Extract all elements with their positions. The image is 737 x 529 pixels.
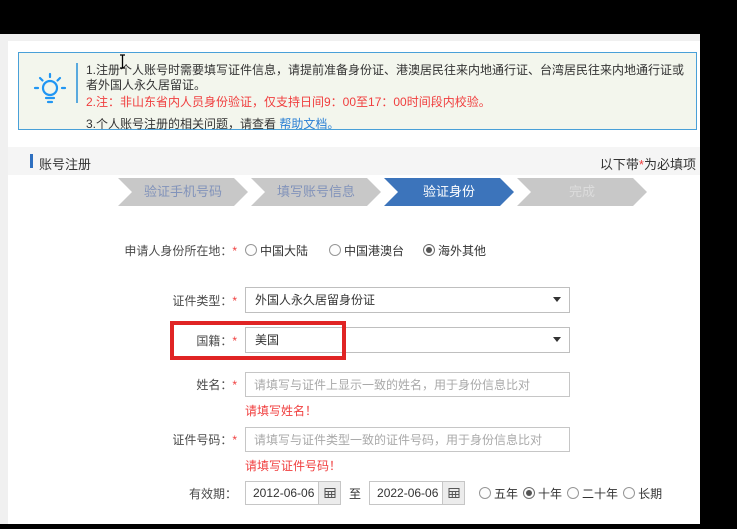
radio-five-years[interactable]: 五年 xyxy=(479,485,518,502)
cert-type-select[interactable]: 外国人永久居留身份证 xyxy=(245,287,570,313)
radio-icon[interactable] xyxy=(329,244,341,256)
radio-icon[interactable] xyxy=(245,244,257,256)
radio-twenty-years[interactable]: 二十年 xyxy=(567,485,618,502)
validity-start-input[interactable] xyxy=(246,482,318,504)
nationality-select[interactable]: 美国 xyxy=(245,327,570,353)
help-doc-link[interactable]: 帮助文档。 xyxy=(279,117,339,131)
validity-end-input[interactable] xyxy=(370,482,442,504)
step-indicator: 验证手机号码 填写账号信息 验证身份 完成 xyxy=(118,178,650,206)
calendar-button-end[interactable] xyxy=(442,482,464,504)
validity-label: 有效期： xyxy=(8,485,237,502)
required-fields-hint: 以下带*为必填项 xyxy=(600,154,696,173)
notice-line-2: 2.注：非山东省内人员身份验证，仅支持日间9：00至17：00时间段内校验。 xyxy=(86,95,688,110)
nationality-label: 国籍：* xyxy=(8,332,237,349)
step-account-info: 填写账号信息 xyxy=(251,178,381,206)
calendar-button-start[interactable] xyxy=(318,482,340,504)
cert-type-label: 证件类型：* xyxy=(8,292,237,309)
calendar-icon xyxy=(324,487,336,499)
required-star: * xyxy=(232,294,237,308)
required-star: * xyxy=(232,433,237,447)
name-input[interactable] xyxy=(245,372,570,397)
cert-number-row: 证件号码：* xyxy=(8,427,700,452)
radio-icon-checked[interactable] xyxy=(423,244,435,256)
chevron-down-icon xyxy=(553,337,561,342)
radio-long-term[interactable]: 长期 xyxy=(623,485,662,502)
content-panel: 1.注册个人账号时需要填写证件信息，请提前准备身份证、港澳居民往来内地通行证、台… xyxy=(8,41,700,524)
radio-ten-years[interactable]: 十年 xyxy=(523,485,562,502)
radio-icon[interactable] xyxy=(623,487,635,499)
cert-type-row: 证件类型：* 外国人永久居留身份证 xyxy=(8,287,700,313)
chevron-down-icon xyxy=(553,297,561,302)
validity-row: 有效期： 至 xyxy=(8,481,700,505)
location-label: 申请人身份所在地：* xyxy=(8,242,237,259)
radio-icon[interactable] xyxy=(479,487,491,499)
required-star: * xyxy=(232,378,237,392)
nationality-row: 国籍：* 美国 xyxy=(8,327,700,353)
validity-end-datebox xyxy=(369,481,465,505)
notice-line-3: 3.个人账号注册的相关问题，请查看 帮助文档。 xyxy=(86,117,688,132)
name-row: 姓名：* xyxy=(8,372,700,397)
step-verify-identity: 验证身份 xyxy=(384,178,514,206)
cert-type-value: 外国人永久居留身份证 xyxy=(255,293,375,307)
validity-start-datebox xyxy=(245,481,341,505)
required-star: * xyxy=(232,244,237,258)
page-title: 账号注册 xyxy=(39,154,91,173)
text-cursor xyxy=(118,54,127,69)
cert-number-error-row: 请填写证件号码！ xyxy=(8,458,700,474)
name-error-row: 请填写姓名！ xyxy=(8,403,700,419)
step-verify-phone: 验证手机号码 xyxy=(118,178,248,206)
lightbulb-icon xyxy=(33,71,67,107)
notice-line-1: 1.注册个人账号时需要填写证件信息，请提前准备身份证、港澳居民往来内地通行证、台… xyxy=(86,63,688,93)
name-error-text: 请填写姓名！ xyxy=(245,403,317,419)
notice-line-3-text: 3.个人账号注册的相关问题，请查看 xyxy=(86,117,279,131)
required-star: * xyxy=(232,334,237,348)
radio-overseas-other[interactable]: 海外其他 xyxy=(423,242,486,259)
section-header: 账号注册 以下带*为必填项 xyxy=(8,147,700,175)
cert-number-error-text: 请填写证件号码！ xyxy=(245,458,341,474)
cert-number-input[interactable] xyxy=(245,427,570,452)
title-accent-bar xyxy=(30,154,33,168)
radio-icon[interactable] xyxy=(567,487,579,499)
notice-divider xyxy=(76,63,78,103)
radio-mainland-china[interactable]: 中国大陆 xyxy=(245,242,308,259)
radio-hk-macao-taiwan[interactable]: 中国港澳台 xyxy=(329,242,404,259)
name-label: 姓名：* xyxy=(8,376,237,393)
step-complete: 完成 xyxy=(517,178,647,206)
radio-icon-checked[interactable] xyxy=(523,487,535,499)
page-background: 1.注册个人账号时需要填写证件信息，请提前准备身份证、港澳居民往来内地通行证、台… xyxy=(0,34,700,524)
cert-number-label: 证件号码：* xyxy=(8,431,237,448)
calendar-icon xyxy=(448,487,460,499)
location-row: 申请人身份所在地：* 中国大陆 中国港澳台 海外其他 xyxy=(8,239,700,261)
validity-to-text: 至 xyxy=(349,485,361,502)
nationality-value: 美国 xyxy=(255,333,279,347)
